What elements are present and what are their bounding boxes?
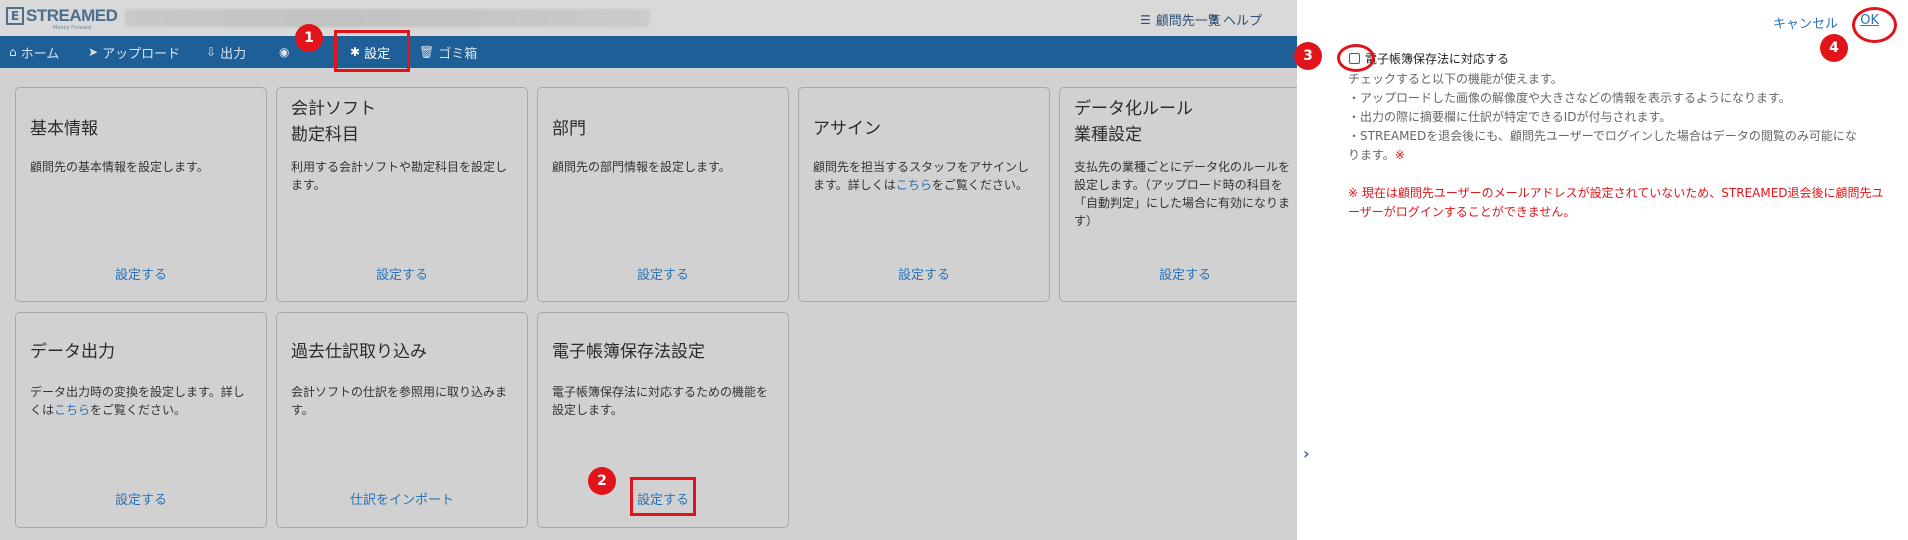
streamed-logo[interactable]: E STREAMED: [6, 6, 118, 25]
info-line: ・アップロードした画像の解像度や大きさなどの情報を表示するようになります。: [1348, 91, 1791, 105]
trash-icon: 🗑: [419, 45, 435, 59]
logo-mark: E: [6, 7, 24, 25]
card-description: 支払先の業種ごとにデータ化のルールを設定します。（アップロード時の科目を「自動判…: [1074, 160, 1291, 228]
help-link[interactable]: こちら: [896, 178, 932, 192]
annotation-box-e-book-setting: [630, 477, 696, 516]
eye-icon: ◉: [279, 45, 290, 59]
settings-side-panel: キャンセル OK 電子帳簿保存法に対応する チェックすると以下の機能が使えます。…: [1297, 0, 1908, 540]
card-title: アサイン: [813, 119, 881, 139]
card-action-link[interactable]: 設定する: [1060, 264, 1310, 283]
help-link[interactable]: ? ヘルプ: [1211, 10, 1262, 30]
card-data-rules: データ化ルール 業種設定 支払先の業種ごとにデータ化のルールを設定します。（アッ…: [1059, 87, 1311, 302]
annotation-number: 4: [1820, 34, 1848, 62]
card-description: データ出力時の変換を設定します。詳しくはこちらをご覧ください。: [30, 383, 256, 419]
info-line: チェックすると以下の機能が使えます。: [1348, 72, 1563, 86]
card-title: 基本情報: [30, 119, 98, 139]
card-accounting-software: 会計ソフト 勘定科目 利用する会計ソフトや勘定科目を設定します。 設定する: [276, 87, 528, 302]
card-action-link[interactable]: 仕訳をインポート: [277, 489, 527, 508]
nav-output-label: 出力: [220, 46, 247, 62]
info-line: ・STREAMEDを退会後にも、顧問先ユーザーでログインした場合はデータの閲覧の…: [1348, 129, 1857, 143]
help-label: ヘルプ: [1222, 14, 1262, 29]
info-line: ります。※: [1348, 146, 1405, 164]
logo-text: STREAMED: [26, 6, 118, 25]
chevron-right-icon[interactable]: ›: [1303, 444, 1310, 463]
card-action-link[interactable]: 設定する: [16, 489, 266, 508]
card-description: 会計ソフトの仕訳を参照用に取り込みます。: [291, 385, 508, 417]
nav-hidden-item[interactable]: ◉: [279, 36, 293, 68]
blurred-client-name: [125, 9, 650, 27]
card-action-link[interactable]: 設定する: [277, 264, 527, 283]
nav-output[interactable]: ⇩ 出力: [206, 36, 246, 68]
card-action-link[interactable]: 設定する: [16, 264, 266, 283]
card-description: 顧問先の部門情報を設定します。: [552, 160, 731, 174]
nav-trash-label: ゴミ箱: [438, 46, 478, 62]
client-list-link[interactable]: ☰ 顧問先一覧: [1140, 10, 1221, 30]
info-line: ・出力の際に摘要欄に仕訳が特定できるIDが付与されます。: [1348, 110, 1672, 124]
home-icon: ⌂: [9, 45, 17, 59]
card-title: データ化ルール: [1074, 99, 1193, 119]
annotation-ring-ok: [1852, 7, 1897, 43]
desc-text: をご覧ください。: [931, 178, 1028, 192]
card-title: 過去仕訳取り込み: [291, 342, 427, 362]
card-title-line2: 業種設定: [1074, 125, 1142, 145]
warning-message: ※ 現在は顧問先ユーザーのメールアドレスが設定されていないため、STREAMED…: [1348, 186, 1884, 219]
logo-subtext: Money Forward: [53, 25, 92, 31]
card-data-output: データ出力 データ出力時の変換を設定します。詳しくはこちらをご覧ください。 設定…: [15, 312, 267, 528]
card-description: 顧問先を担当するスタッフをアサインします。詳しくはこちらをご覧ください。: [813, 158, 1039, 194]
card-description: 利用する会計ソフトや勘定科目を設定します。: [291, 160, 508, 192]
nav-upload[interactable]: ➤ アップロード: [88, 36, 180, 68]
asterisk-note: ※: [1394, 148, 1405, 162]
card-action-link[interactable]: 設定する: [538, 264, 788, 283]
card-action-link[interactable]: 設定する: [799, 264, 1049, 283]
annotation-number: 1: [295, 24, 323, 52]
main-nav: ⌂ ホーム ➤ アップロード ⇩ 出力 ◉ ✱ 設定 🗑 ゴミ箱: [0, 36, 1297, 68]
annotation-number: 2: [588, 467, 616, 495]
card-title-line2: 勘定科目: [291, 125, 359, 145]
nav-home-label: ホーム: [20, 46, 60, 62]
card-title: 部門: [552, 119, 586, 139]
nav-trash[interactable]: 🗑 ゴミ箱: [419, 36, 477, 68]
help-link[interactable]: こちら: [54, 403, 90, 417]
card-title: データ出力: [30, 342, 115, 362]
download-icon: ⇩: [206, 45, 217, 59]
annotation-number: 3: [1294, 42, 1322, 70]
list-icon: ☰: [1140, 12, 1151, 27]
desc-text: をご覧ください。: [90, 403, 187, 417]
nav-home[interactable]: ⌂ ホーム: [9, 36, 59, 68]
annotation-ring-checkbox: [1337, 44, 1375, 72]
card-basic-info: 基本情報 顧問先の基本情報を設定します。 設定する: [15, 87, 267, 302]
cancel-button[interactable]: キャンセル: [1773, 13, 1838, 32]
checkbox-label: 電子帳簿保存法に対応する: [1365, 52, 1510, 66]
card-description: 電子帳簿保存法に対応するための機能を設定します。: [552, 385, 769, 417]
card-title: 会計ソフト: [291, 99, 376, 119]
card-description: 顧問先の基本情報を設定します。: [30, 160, 209, 174]
card-assign: アサイン 顧問先を担当するスタッフをアサインします。詳しくはこちらをご覧ください…: [798, 87, 1050, 302]
nav-upload-label: アップロード: [102, 46, 181, 62]
card-title: 電子帳簿保存法設定: [552, 342, 705, 362]
card-past-journal-import: 過去仕訳取り込み 会計ソフトの仕訳を参照用に取り込みます。 仕訳をインポート: [276, 312, 528, 528]
card-department: 部門 顧問先の部門情報を設定します。 設定する: [537, 87, 789, 302]
question-icon: ?: [1211, 12, 1218, 27]
annotation-box-settings: [334, 30, 410, 72]
app-header: E STREAMED Money Forward ☰ 顧問先一覧 ? ヘルプ: [0, 0, 1297, 36]
paper-plane-icon: ➤: [88, 45, 99, 59]
info-text: ります。: [1348, 148, 1395, 162]
